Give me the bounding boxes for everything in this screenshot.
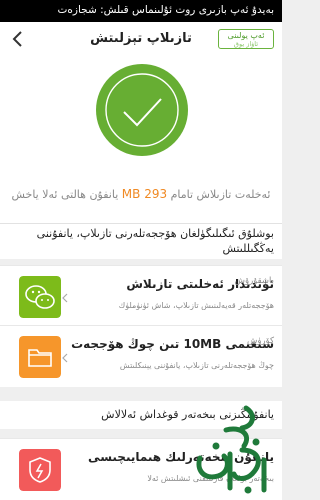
shield-icon xyxy=(19,449,61,491)
folder-icon xyxy=(19,336,61,378)
cleaned-amount: 293 MB xyxy=(121,187,168,201)
status-bar: بەيدۇ ئەپ بازىرى روت ئۇلىنماس قىلش: شجاز… xyxy=(0,0,282,22)
section-title-storage: بوشلۇق ئىگىلىگۈلغان ھۆججەتلەرنى تازىلاپ،… xyxy=(0,223,282,259)
result-panel: تازىلاپ تېزلىتش ئەپ يولىنى ئاۋاز يوق ئەخ… xyxy=(0,22,282,252)
chevron-left-icon xyxy=(62,353,68,363)
card-subtitle: ھۆججەتلەر قەيەلىنىش تازىلاپ، شاش ئۈنۈملۈ… xyxy=(118,301,274,310)
summary-prefix: ئەخلەت تازىلاش تامام xyxy=(170,188,271,201)
chevron-left-icon xyxy=(62,293,68,303)
page-title: تازىلاپ تېزلىتش xyxy=(90,31,192,46)
wechat-clean-card[interactable]: ئۈندىدار ئەخلىتى تازىلاش باشقۇرۇش ھۆججەت… xyxy=(0,265,282,327)
card-subtitle: چوڭ ھۆججەتلەرنى تازىلاپ، يانفۇننى يېنىكل… xyxy=(119,361,274,370)
wechat-icon xyxy=(19,276,61,318)
card-title: سىغىمى 10MB تىن چوڭ ھۆججەت xyxy=(71,337,274,351)
nav-bar: تازىلاپ تېزلىتش ئەپ يولىنى ئاۋاز يوق xyxy=(0,22,282,56)
card-action[interactable]: كۆرۈش xyxy=(247,336,274,346)
summary-suffix: يانفۇن ھالتى ئەلا ياخش xyxy=(11,188,119,201)
mode-badge-label: ئەپ يولىنى xyxy=(227,31,265,40)
mode-badge[interactable]: ئەپ يولىنى ئاۋاز يوق xyxy=(218,29,274,49)
card-action[interactable]: باشقۇرۇش xyxy=(235,276,274,286)
mode-badge-sublabel: ئاۋاز يوق xyxy=(233,40,259,48)
clean-summary: ئەخلەت تازىلاش تامام 293 MB يانفۇن ھالتى… xyxy=(6,187,276,201)
back-arrow-icon[interactable] xyxy=(8,28,28,50)
success-check-icon xyxy=(96,64,188,156)
large-files-card[interactable]: سىغىمى 10MB تىن چوڭ ھۆججەت كۆرۈش چوڭ ھۆج… xyxy=(0,325,282,387)
watermark-logo xyxy=(196,405,267,494)
